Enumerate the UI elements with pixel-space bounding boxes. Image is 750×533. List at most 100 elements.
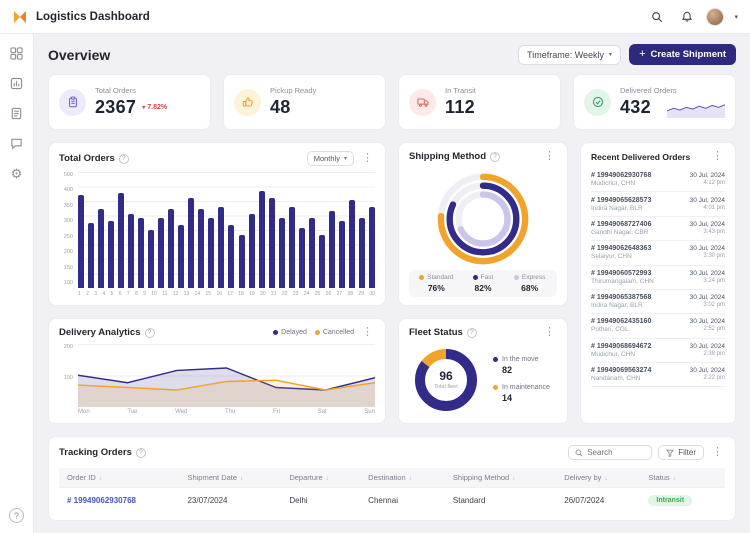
sort-icon[interactable]: ↕ — [604, 475, 607, 482]
sort-icon[interactable]: ↕ — [99, 475, 102, 482]
legend-dot — [473, 275, 478, 280]
order-date: 30 Jul, 2024 — [690, 172, 725, 179]
kebab-menu-icon[interactable]: ⋮ — [542, 151, 557, 162]
bar — [289, 207, 295, 288]
sort-icon[interactable]: ↕ — [240, 475, 243, 482]
order-location: Indira Nagar, BLR — [591, 205, 651, 212]
legend-item: Standard 76% — [413, 274, 460, 293]
column-header[interactable]: Destination↕ — [360, 468, 445, 488]
list-item[interactable]: # 19949068727406 Gandhi Nagar, CBR 30 Ju… — [591, 217, 725, 241]
legend-item: In the move 82 — [493, 356, 550, 375]
help-icon[interactable]: ? — [119, 154, 129, 164]
cell-shipping-method: Standard — [445, 488, 556, 513]
search-icon[interactable] — [646, 6, 668, 28]
help-icon[interactable]: ? — [490, 152, 500, 162]
sidebar-item-analytics-icon[interactable] — [9, 76, 24, 91]
list-item[interactable]: # 19949065387568 Indira Nagar, BLR 30 Ju… — [591, 290, 725, 314]
list-item-left: # 19949062435160 Potheri, CGL — [591, 318, 651, 333]
column-header[interactable]: Shipment Date↕ — [179, 468, 281, 488]
area-chart-wrap — [78, 344, 375, 407]
sort-icon[interactable]: ↕ — [673, 475, 676, 482]
fleet-status-card: Fleet Status ? ⋮ 96 Total fleet — [398, 318, 568, 424]
order-id: # 19949062648363 — [591, 245, 651, 252]
legend-label: Fast — [481, 274, 494, 281]
x-tick: 24 — [304, 291, 310, 297]
sort-icon[interactable]: ↕ — [409, 475, 412, 482]
list-item[interactable]: # 19949065628573 Indira Nagar, BLR 30 Ju… — [591, 192, 725, 216]
sidebar-item-dashboard-icon[interactable] — [9, 46, 24, 61]
order-date: 30 Jul, 2024 — [690, 245, 725, 252]
period-select[interactable]: Monthly ▾ — [307, 151, 354, 166]
kebab-menu-icon[interactable]: ⋮ — [542, 327, 557, 338]
kpi-value-row: 112 — [445, 97, 550, 118]
y-axis: 500400350300250200150100 — [59, 172, 73, 297]
sidebar-item-orders-icon[interactable] — [9, 106, 24, 121]
legend-dot — [493, 385, 498, 390]
search-input[interactable] — [587, 448, 645, 457]
column-header[interactable]: Order ID↕ — [59, 468, 179, 488]
bar — [259, 191, 265, 288]
create-shipment-button[interactable]: + Create Shipment — [629, 44, 736, 65]
column-header[interactable]: Delivery by↕ — [556, 468, 640, 488]
table-row[interactable]: # 19949062930768 23/07/2024 Delhi Chenna… — [59, 488, 725, 513]
help-icon[interactable]: ? — [145, 328, 155, 338]
sidebar-item-settings-icon[interactable]: ⚙ — [9, 166, 24, 181]
bell-icon[interactable] — [676, 6, 698, 28]
card-title: Total Orders — [59, 153, 115, 164]
column-header[interactable]: Status↕ — [640, 468, 725, 488]
kebab-menu-icon[interactable]: ⋮ — [710, 151, 725, 162]
list-item[interactable]: # 19949062435160 Potheri, CGL 30 Jul, 20… — [591, 314, 725, 338]
list-item[interactable]: # 19949069563274 Nandanam, CHN 30 Jul, 2… — [591, 363, 725, 387]
filter-button[interactable]: Filter — [658, 445, 704, 460]
bar — [359, 218, 365, 288]
list-item-right: 30 Jul, 2024 3:43 pm — [690, 221, 725, 235]
list-item[interactable]: # 19949062648363 Selaiyur, CHN 30 Jul, 2… — [591, 241, 725, 265]
bar — [168, 209, 174, 288]
legend-percent: 76% — [413, 283, 460, 293]
help-icon[interactable]: ? — [9, 508, 24, 523]
kebab-menu-icon[interactable]: ⋮ — [360, 327, 375, 338]
list-item[interactable]: # 19949062930768 Mudichur, CHN 30 Jul, 2… — [591, 168, 725, 192]
x-tick: 5 — [111, 291, 114, 297]
x-tick: 25 — [315, 291, 321, 297]
shell: ⚙ ? Overview Timeframe: Weekly ▾ + Creat… — [0, 34, 750, 533]
y-tick: 500 — [59, 172, 73, 178]
list-item-left: # 19949065387568 Indira Nagar, BLR — [591, 294, 651, 309]
list-item[interactable]: # 19949060572993 Thirumangalam, CHN 30 J… — [591, 266, 725, 290]
list-item[interactable]: # 19949068694672 Mudichur, CHN 30 Jul, 2… — [591, 339, 725, 363]
y-tick: 150 — [59, 265, 73, 271]
list-item-left: # 19949062930768 Mudichur, CHN — [591, 172, 651, 187]
order-date: 30 Jul, 2024 — [690, 343, 725, 350]
bar — [349, 200, 355, 288]
legend-item: In maintenance 14 — [493, 384, 550, 403]
bar — [228, 225, 234, 288]
sort-icon[interactable]: ↕ — [326, 475, 329, 482]
user-avatar[interactable] — [706, 8, 724, 26]
plot-area: MonTueWedThuFriSatSun — [78, 344, 375, 415]
help-icon[interactable]: ? — [467, 328, 477, 338]
column-header[interactable]: Shipping Method↕ — [445, 468, 556, 488]
main-content: Overview Timeframe: Weekly ▾ + Create Sh… — [34, 34, 750, 533]
y-tick: 350 — [59, 203, 73, 209]
cell-order-id[interactable]: # 19949062930768 — [59, 488, 179, 513]
bar — [319, 235, 325, 288]
sidebar-item-chat-icon[interactable] — [9, 136, 24, 151]
x-tick: Sat — [318, 409, 327, 415]
x-tick: 11 — [162, 291, 167, 297]
chevron-down-icon[interactable]: ▾ — [734, 13, 738, 21]
list-item-left: # 19949069563274 Nandanam, CHN — [591, 367, 651, 382]
area-chart — [78, 344, 375, 407]
timeframe-select[interactable]: Timeframe: Weekly ▾ — [518, 45, 621, 65]
table-search[interactable] — [568, 445, 652, 460]
x-axis: MonTueWedThuFriSatSun — [78, 409, 375, 415]
kebab-menu-icon[interactable]: ⋮ — [360, 153, 375, 164]
list-item-left: # 19949068694672 Mudichur, CHN — [591, 343, 651, 358]
help-icon[interactable]: ? — [136, 448, 146, 458]
x-tick: 4 — [102, 291, 105, 297]
kpi-value-row: 432 — [620, 97, 725, 118]
kebab-menu-icon[interactable]: ⋮ — [710, 447, 725, 458]
column-header[interactable]: Departure↕ — [281, 468, 360, 488]
order-time: 4:01 pm — [690, 205, 725, 211]
kpi-card-in-transit: In Transit 112 — [398, 74, 561, 130]
sort-icon[interactable]: ↕ — [512, 475, 515, 482]
